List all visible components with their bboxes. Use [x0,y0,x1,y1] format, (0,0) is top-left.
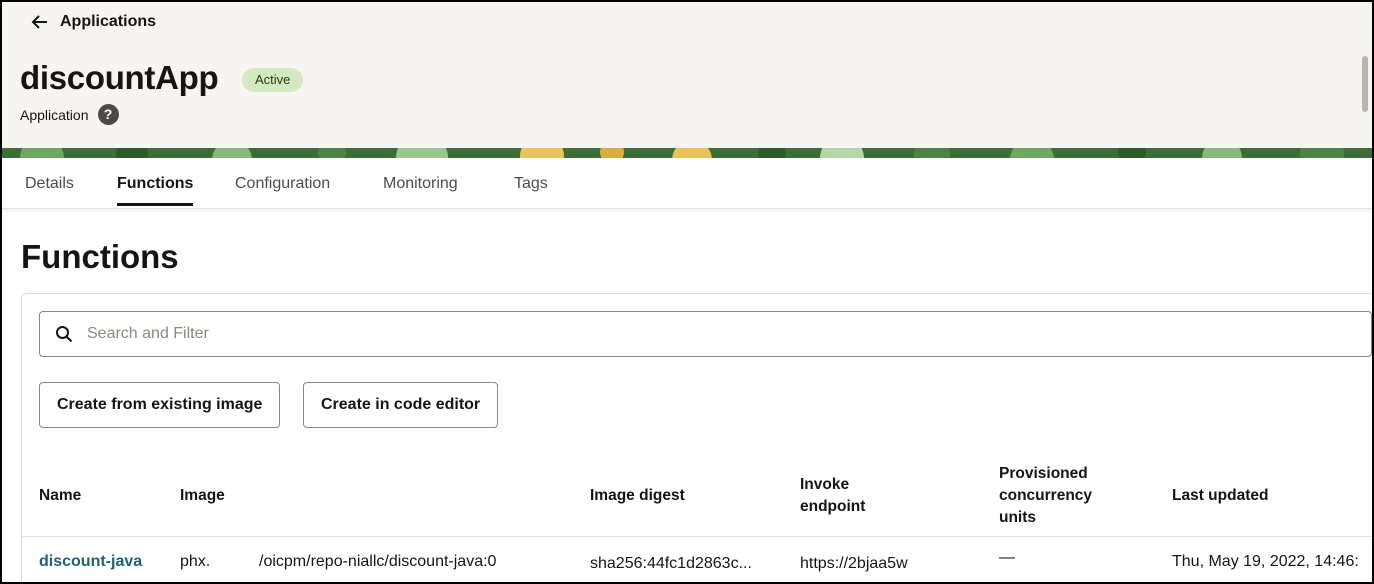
column-header-last-updated[interactable]: Last updated [1172,485,1268,507]
column-header-concurrency-line3: units [999,509,1037,526]
search-icon [56,326,73,343]
tab-tags[interactable]: Tags [514,175,548,205]
function-name-link[interactable]: discount-java [39,553,142,571]
table-header-divider [22,536,1372,537]
section-title: Functions [21,238,179,275]
last-updated-cell: Thu, May 19, 2022, 14:46: [1172,553,1359,570]
tab-details[interactable]: Details [25,175,74,205]
search-input[interactable] [87,325,1287,343]
column-header-endpoint[interactable]: Invoke endpoint [800,474,865,518]
column-header-concurrency-line2: concurrency [999,487,1093,504]
app-window: Applications discountApp Active Applicat… [0,0,1374,584]
status-badge: Active [242,68,304,92]
resource-type-label: Application [20,106,89,123]
column-header-endpoint-line2: endpoint [800,498,866,515]
create-in-editor-button[interactable]: Create in code editor [303,382,499,428]
image-cell-path: /oicpm/repo-niallc/discount-java:0 [259,553,497,570]
column-header-image[interactable]: Image [180,485,225,507]
tab-configuration[interactable]: Configuration [235,175,330,205]
decorative-banner [2,148,1372,158]
header-scrollbar[interactable] [1362,56,1368,112]
column-header-endpoint-line1: Invoke [800,476,850,493]
column-header-concurrency[interactable]: Provisioned concurrency units [999,463,1092,529]
column-header-name[interactable]: Name [39,485,81,507]
search-bar[interactable] [39,311,1372,357]
page-header: Applications discountApp Active Applicat… [2,2,1372,148]
concurrency-cell: — [999,549,1015,566]
column-header-digest[interactable]: Image digest [590,485,685,507]
application-title: discountApp [20,59,219,96]
image-cell-prefix: phx. [180,553,211,570]
back-to-applications-link[interactable]: Applications [30,12,156,32]
help-circle-icon[interactable]: ? [97,104,119,125]
invoke-endpoint-cell: https://2bjaa5w [800,555,908,572]
arrow-left-icon [31,15,47,29]
tab-functions[interactable]: Functions [117,175,194,206]
column-header-concurrency-line1: Provisioned [999,465,1088,482]
tab-monitoring[interactable]: Monitoring [383,175,458,205]
image-digest-cell: sha256:44fc1d2863c... [590,555,752,572]
tab-bar: Details Functions Configuration Monitori… [2,158,1372,209]
back-link-label: Applications [60,13,157,30]
subtitle-row: Application ? [20,104,119,125]
create-from-image-button[interactable]: Create from existing image [39,382,281,428]
